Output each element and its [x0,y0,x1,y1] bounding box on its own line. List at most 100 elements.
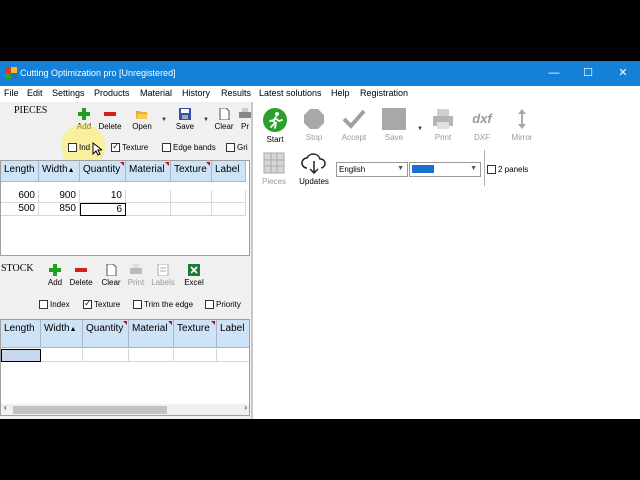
minus-icon [104,112,116,116]
menu-results[interactable]: Results [221,88,251,98]
table-row-cell[interactable] [217,349,249,362]
table-row-cell[interactable]: 900 [39,190,80,203]
color-swatch [412,165,434,173]
save-dropdown-icon[interactable]: ▼ [203,117,209,123]
mouse-pointer-icon [92,142,102,156]
pieces-texture-checkbox[interactable]: Texture [111,141,148,152]
stock-texture-checkbox[interactable]: Texture [83,298,120,309]
pieces-view-button[interactable]: Pieces [261,152,287,186]
stock-print-button[interactable]: Print [126,264,146,287]
menu-latest-solutions[interactable]: Latest solutions [259,88,322,98]
pieces-texture-box [111,141,120,152]
table-row-cell[interactable] [212,203,246,216]
stock-col-quantity[interactable]: Quantity [83,320,129,348]
pieces-edgebands-checkbox[interactable]: Edge bands [162,143,216,152]
menu-registration[interactable]: Registration [360,88,408,98]
stock-texture-box [83,298,92,309]
maximize-button[interactable]: ☐ [571,61,605,86]
floppy-disk-icon [382,108,406,130]
close-button[interactable]: ✕ [606,61,640,86]
pieces-col-material[interactable]: Material [126,161,171,182]
scroll-left-icon[interactable]: ‹ [4,403,7,412]
pieces-col-label[interactable]: Label [212,161,246,182]
stock-col-material[interactable]: Material [129,320,174,348]
stock-priority-box [205,300,214,309]
printer-icon [130,264,142,274]
pieces-col-quantity[interactable]: Quantity [80,161,126,182]
stock-col-label[interactable]: Label [217,320,249,348]
scrollbar-thumb[interactable] [13,406,167,414]
pieces-clear-button[interactable]: Clear [213,108,235,131]
pieces-delete-button[interactable]: Delete [97,108,123,131]
table-row-cell[interactable]: 850 [39,203,80,216]
stock-grid[interactable]: Length Width▲ Quantity Material Texture … [0,319,250,416]
stock-col-length[interactable]: Length [1,320,41,348]
quantity-edit-cell[interactable]: 6 [80,203,126,216]
menu-products[interactable]: Products [94,88,130,98]
stock-col-width[interactable]: Width▲ [41,320,83,348]
stop-button[interactable]: Stop [303,108,325,142]
toolbar-separator [484,150,485,186]
stock-selected-cell[interactable] [1,349,41,362]
stock-priority-checkbox[interactable]: Priority [205,300,241,309]
results-save-button[interactable]: Save [380,108,408,142]
pieces-open-button[interactable]: Open [130,108,154,131]
table-row-cell[interactable] [171,203,212,216]
language-select[interactable]: English ▼ [336,162,408,177]
stock-labels-button[interactable]: Labels [151,264,175,287]
pieces-grid-checkbox[interactable]: Gri [226,143,250,152]
stock-index-checkbox[interactable]: Index [39,300,70,309]
menu-history[interactable]: History [182,88,210,98]
table-row-cell[interactable]: 10 [80,190,126,203]
pieces-save-button[interactable]: Save [173,108,197,131]
scroll-right-icon[interactable]: › [244,403,247,412]
table-row-cell[interactable] [83,349,129,362]
mirror-arrows-icon [518,109,526,129]
accept-button[interactable]: Accept [339,108,369,142]
pieces-index-checkbox[interactable]: Ind [68,143,90,152]
pieces-print-button[interactable]: Pr [238,108,252,131]
pieces-col-length[interactable]: Length [1,161,39,182]
open-dropdown-icon[interactable]: ▼ [161,117,167,123]
pieces-col-width[interactable]: Width▲ [39,161,80,182]
title-bar[interactable]: Cutting Optimization pro [Unregistered] … [0,61,640,86]
table-row-cell[interactable] [129,349,174,362]
results-print-button[interactable]: Print [430,108,456,142]
pieces-grid-box [226,143,235,152]
dxf-button[interactable]: dxf DXF [469,108,495,142]
table-row-cell[interactable]: 600 [1,190,39,203]
menu-help[interactable]: Help [331,88,350,98]
menu-settings[interactable]: Settings [52,88,85,98]
table-row-cell[interactable] [212,190,246,203]
start-button[interactable]: Start [262,108,288,144]
pieces-grid[interactable]: Length Width▲ Quantity Material Texture … [0,160,250,256]
stock-trim-checkbox[interactable]: Trim the edge [133,300,193,309]
pieces-col-texture[interactable]: Texture [171,161,212,182]
stock-add-button[interactable]: Add [45,264,65,287]
table-row-cell[interactable] [126,190,171,203]
minimize-button[interactable]: — [537,61,571,86]
table-row-cell[interactable] [41,349,83,362]
stock-excel-button[interactable]: Excel [183,264,205,287]
table-row-cell[interactable] [174,349,217,362]
mirror-button[interactable]: Mirror [509,108,535,142]
printer-icon [239,108,251,118]
stock-clear-button[interactable]: Clear [100,264,122,287]
chevron-down-icon: ▼ [470,165,477,172]
menu-file[interactable]: File [4,88,19,98]
stock-col-texture[interactable]: Texture [174,320,217,348]
menu-material[interactable]: Material [140,88,172,98]
table-row-cell[interactable] [171,190,212,203]
stock-delete-button[interactable]: Delete [68,264,94,287]
color-select[interactable]: ▼ [409,162,481,177]
updates-button[interactable]: Updates [299,152,329,186]
stock-horizontal-scrollbar[interactable]: ‹ › [1,403,249,415]
menu-edit[interactable]: Edit [27,88,43,98]
dxf-icon: dxf [472,111,492,126]
table-row-cell[interactable]: 500 [1,203,39,216]
plus-icon [49,264,61,276]
results-save-dropdown-icon[interactable]: ▼ [417,126,423,132]
table-row-cell[interactable] [126,203,171,216]
flag-marker-icon [206,162,210,166]
two-panels-checkbox[interactable]: 2 panels [487,165,528,174]
